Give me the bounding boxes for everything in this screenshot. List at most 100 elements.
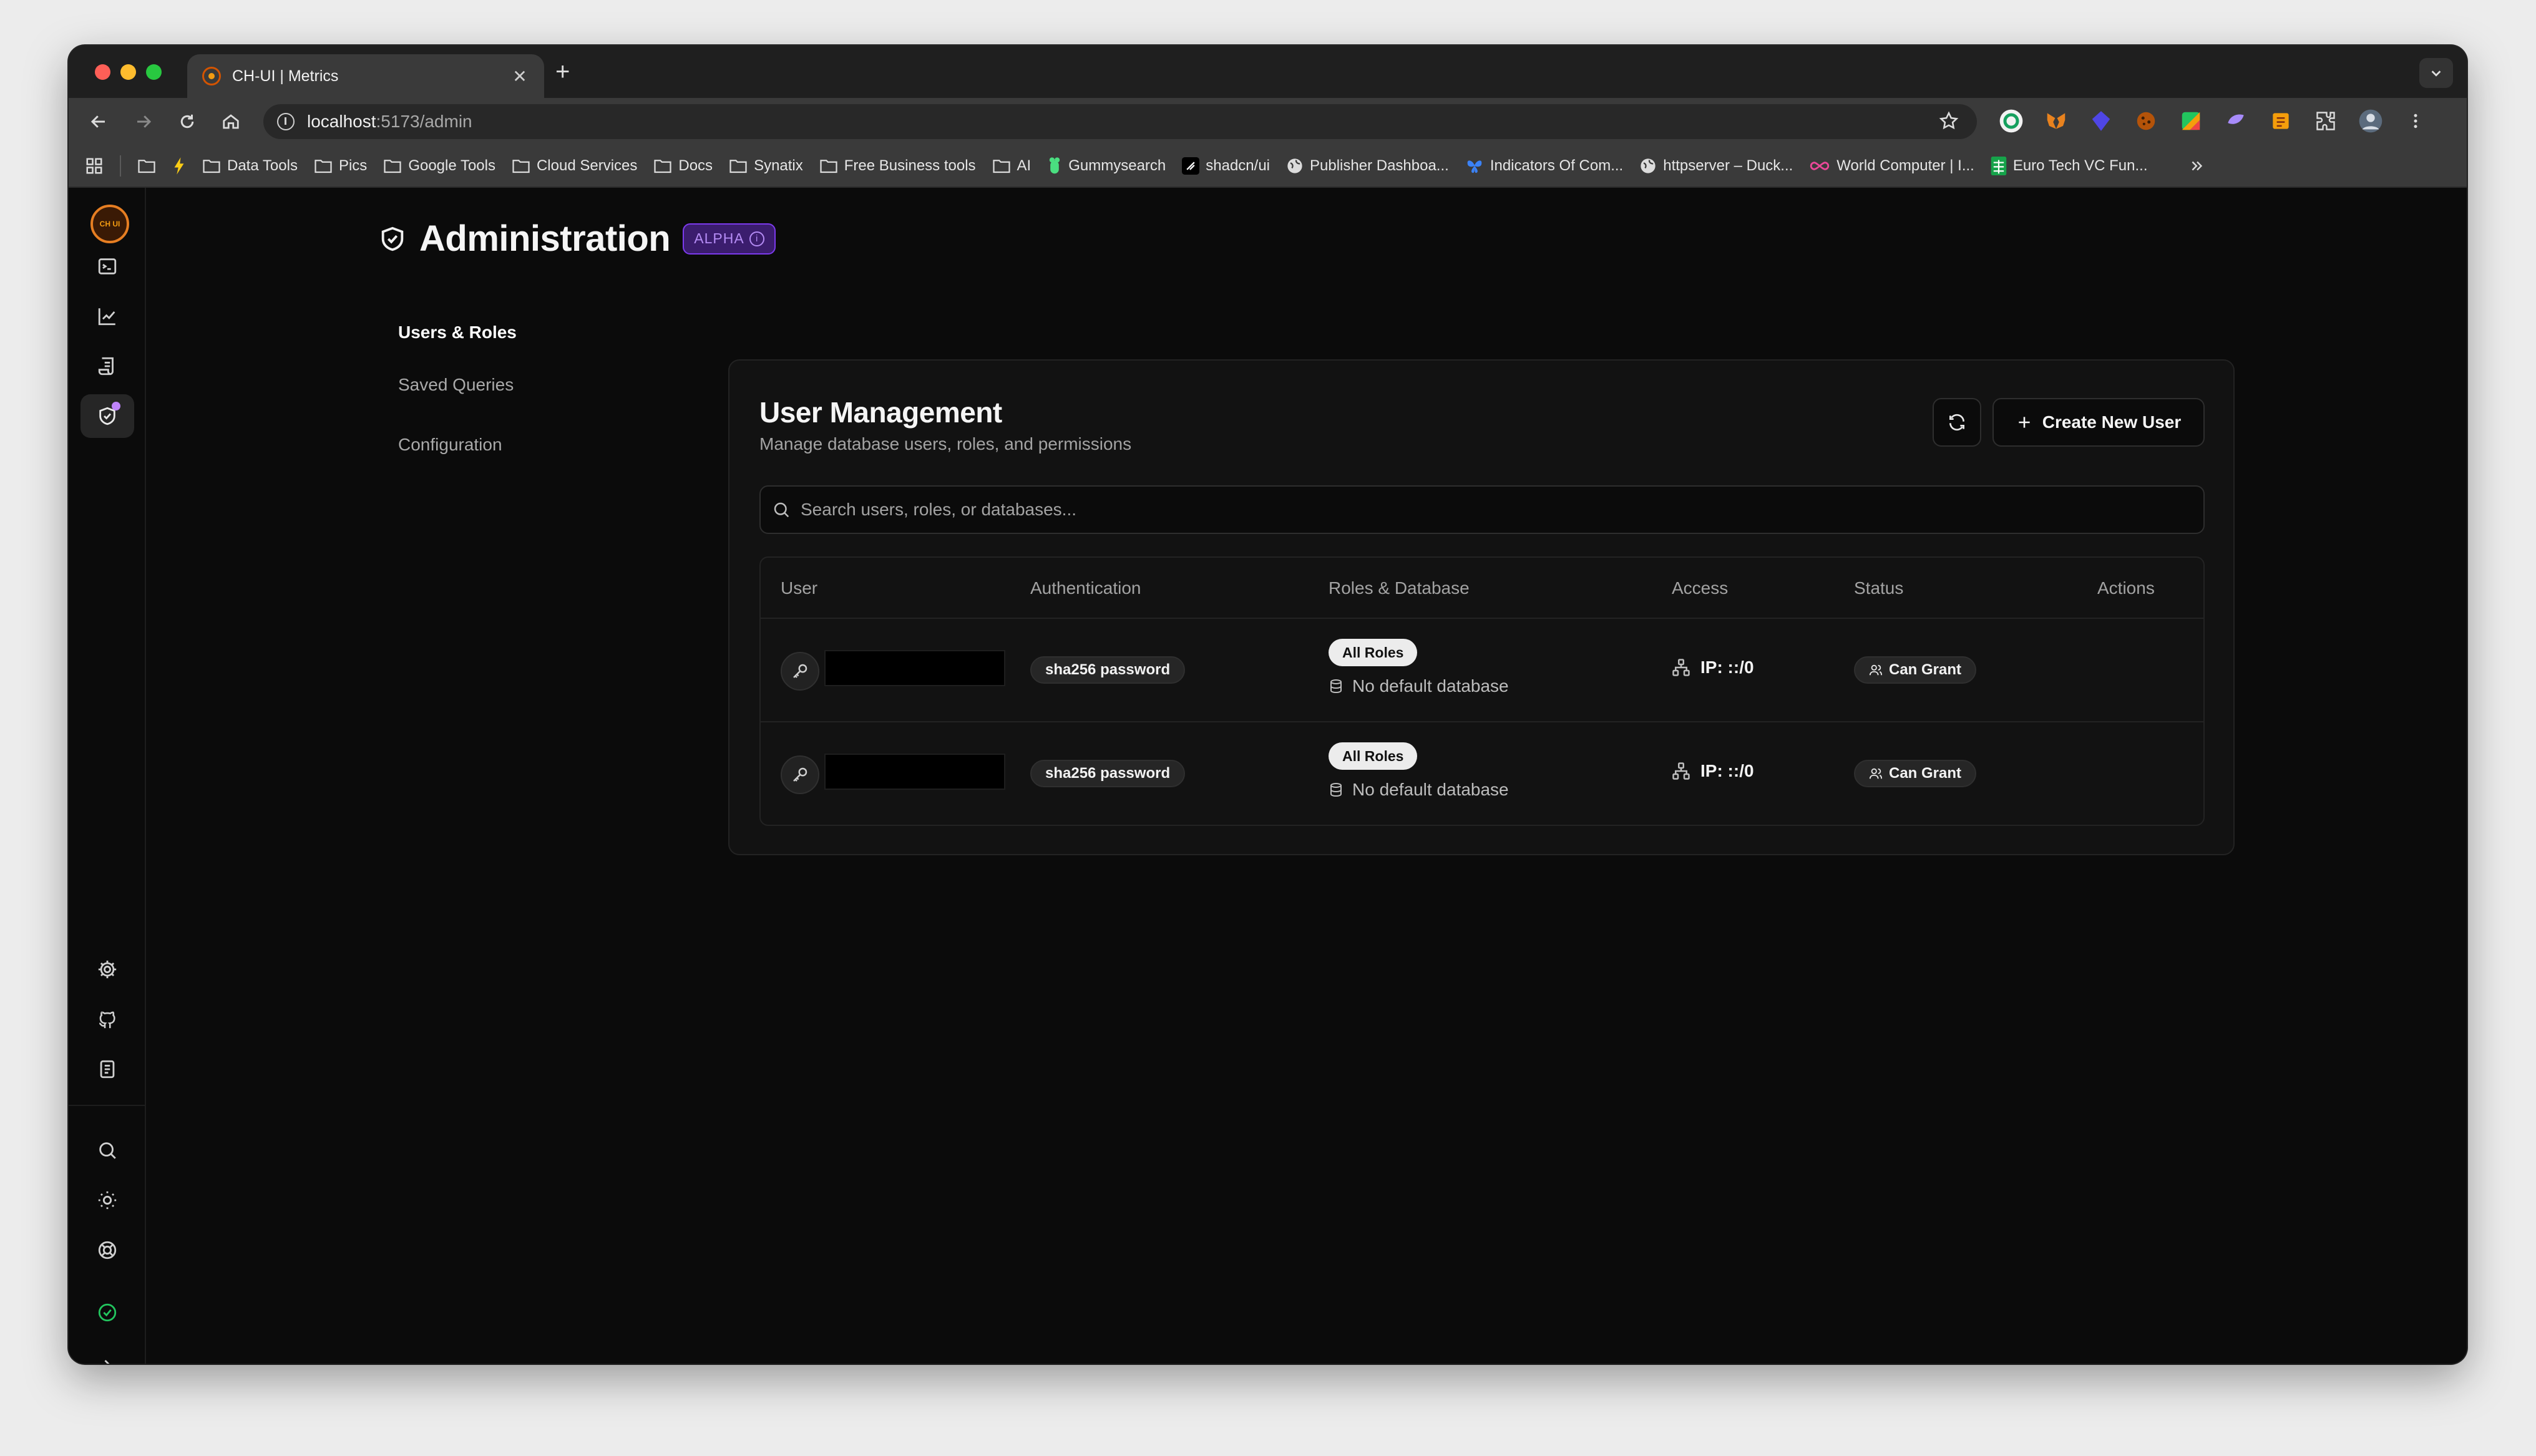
bookmark-euro-tech[interactable]: Euro Tech VC Fun... (1991, 157, 2148, 175)
check-circle-icon (98, 1303, 117, 1322)
profile-avatar-icon[interactable] (2356, 107, 2385, 135)
alpha-badge[interactable]: ALPHA i (683, 223, 776, 255)
role-badge: All Roles (1329, 639, 1418, 666)
key-icon (781, 755, 819, 794)
logo-text: CH UI (99, 220, 120, 228)
forward-button[interactable] (131, 109, 156, 134)
arrow-right-icon (137, 115, 152, 128)
subnav-saved-queries[interactable]: Saved Queries (398, 355, 517, 415)
rail-theme-button[interactable] (80, 1178, 134, 1222)
column-status: Status (1854, 578, 1904, 598)
rail-github-button[interactable] (80, 997, 134, 1041)
refresh-button[interactable] (1933, 398, 1981, 447)
globe-icon (1287, 158, 1302, 173)
search-input[interactable] (801, 500, 2203, 520)
tab-search-button[interactable] (2419, 58, 2453, 88)
reload-button[interactable] (175, 109, 200, 134)
butterfly-icon (1467, 160, 1482, 173)
card-title: User Management (759, 396, 1002, 429)
colorzilla-extension-icon[interactable] (2177, 107, 2205, 135)
subnav-configuration[interactable]: Configuration (398, 415, 517, 475)
tab-close-icon[interactable]: ✕ (510, 66, 529, 87)
bookmark-bolt[interactable] (172, 157, 186, 175)
close-window-button[interactable] (95, 64, 110, 80)
bookmark-data-tools[interactable]: Data Tools (202, 157, 298, 175)
column-authentication: Authentication (1030, 578, 1141, 598)
status-badge: Can Grant (1854, 760, 1977, 787)
bookmark-google-tools[interactable]: Google Tools (383, 157, 495, 175)
users-table: User Authentication Roles & Database Acc… (759, 556, 2205, 826)
rail-connection-status[interactable] (80, 1291, 134, 1334)
app-content: CH UI Administration ALPHA i Users & Rol… (69, 188, 2467, 1364)
table-row[interactable]: sha256 password All Roles No default dat… (761, 722, 2203, 825)
redacted-username (824, 650, 1005, 686)
bookmark-shadcn[interactable]: shadcn/ui (1182, 157, 1270, 175)
folder-icon (512, 160, 530, 173)
bookmark-star-icon[interactable] (1938, 110, 1959, 132)
new-tab-button[interactable]: + (555, 59, 570, 84)
rail-expand-button[interactable] (80, 1349, 134, 1364)
metamask-extension-icon[interactable] (2042, 107, 2070, 135)
rail-metrics-button[interactable] (80, 294, 134, 338)
bookmark-label: Cloud Services (536, 157, 638, 174)
rail-docs-button[interactable] (80, 1047, 134, 1091)
key-icon (781, 652, 819, 691)
purple-extension-icon[interactable] (2221, 107, 2250, 135)
browser-tab[interactable]: CH-UI | Metrics ✕ (187, 54, 544, 98)
folder-icon (729, 160, 747, 173)
rail-logs-button[interactable] (80, 344, 134, 388)
cookie-extension-icon[interactable] (2132, 107, 2160, 135)
rail-settings-button[interactable] (80, 948, 134, 991)
bookmark-pics[interactable]: Pics (314, 157, 367, 175)
puzzle-extensions-icon[interactable] (2311, 107, 2340, 135)
reload-icon (180, 114, 194, 129)
ch-ui-logo[interactable]: CH UI (90, 205, 129, 243)
gem-extension-icon[interactable] (2087, 107, 2115, 135)
bookmark-label: World Computer | I... (1836, 157, 1974, 174)
network-icon (1672, 659, 1690, 676)
bookmark-label: Google Tools (408, 157, 495, 174)
alpha-badge-label: ALPHA (694, 230, 744, 246)
bookmark-folder-unnamed[interactable] (137, 158, 156, 174)
database-icon (1330, 783, 1342, 797)
table-row[interactable]: sha256 password All Roles No default dat… (761, 619, 2203, 722)
bookmark-docs[interactable]: Docs (653, 157, 713, 175)
subnav-users-roles[interactable]: Users & Roles (398, 310, 517, 355)
minimize-window-button[interactable] (120, 64, 136, 80)
bookmark-label: Pics (338, 157, 368, 174)
rail-help-button[interactable] (80, 1228, 134, 1272)
rail-admin-button[interactable] (80, 394, 134, 438)
rail-home-button[interactable] (80, 245, 134, 288)
folder-icon (654, 160, 671, 173)
bookmark-synatix[interactable]: Synatix (729, 157, 803, 175)
site-info-icon[interactable] (277, 113, 295, 130)
life-buoy-icon (98, 1241, 117, 1259)
bookmark-label: Docs (678, 157, 713, 174)
bookmark-world-computer[interactable]: World Computer | I... (1809, 157, 1974, 175)
plus-icon (2019, 417, 2030, 428)
double-chevron-right-icon (2192, 161, 2202, 171)
bookmark-indicators[interactable]: Indicators Of Com... (1465, 157, 1623, 175)
grammarly-extension-icon[interactable] (1997, 107, 2026, 135)
default-database-text: No default database (1352, 676, 1509, 696)
back-button[interactable] (86, 109, 111, 134)
more-bookmarks-button[interactable] (2189, 158, 2205, 174)
url-host: localhost (307, 112, 376, 131)
maximize-window-button[interactable] (146, 64, 162, 80)
bookmark-free-business-tools[interactable]: Free Business tools (819, 157, 976, 175)
bookmark-ai[interactable]: AI (992, 157, 1031, 175)
address-bar[interactable]: localhost:5173/admin (263, 104, 1977, 139)
create-new-user-button[interactable]: Create New User (1992, 398, 2205, 447)
browser-menu-icon[interactable] (2401, 107, 2430, 135)
bookmark-cloud-services[interactable]: Cloud Services (512, 157, 637, 175)
bookmark-gummysearch[interactable]: Gummysearch (1047, 157, 1166, 175)
apps-button[interactable] (85, 157, 104, 175)
create-new-user-label: Create New User (2042, 412, 2182, 432)
notes-extension-icon[interactable] (2266, 107, 2295, 135)
rail-search-button[interactable] (80, 1128, 134, 1172)
access-value: IP: ::/0 (1672, 658, 1754, 677)
bookmark-httpserver[interactable]: httpserver – Duck... (1639, 157, 1793, 175)
home-button[interactable] (218, 109, 243, 134)
bookmark-publisher-dashboard[interactable]: Publisher Dashboa... (1286, 157, 1449, 175)
gummy-bear-icon (1050, 157, 1060, 174)
